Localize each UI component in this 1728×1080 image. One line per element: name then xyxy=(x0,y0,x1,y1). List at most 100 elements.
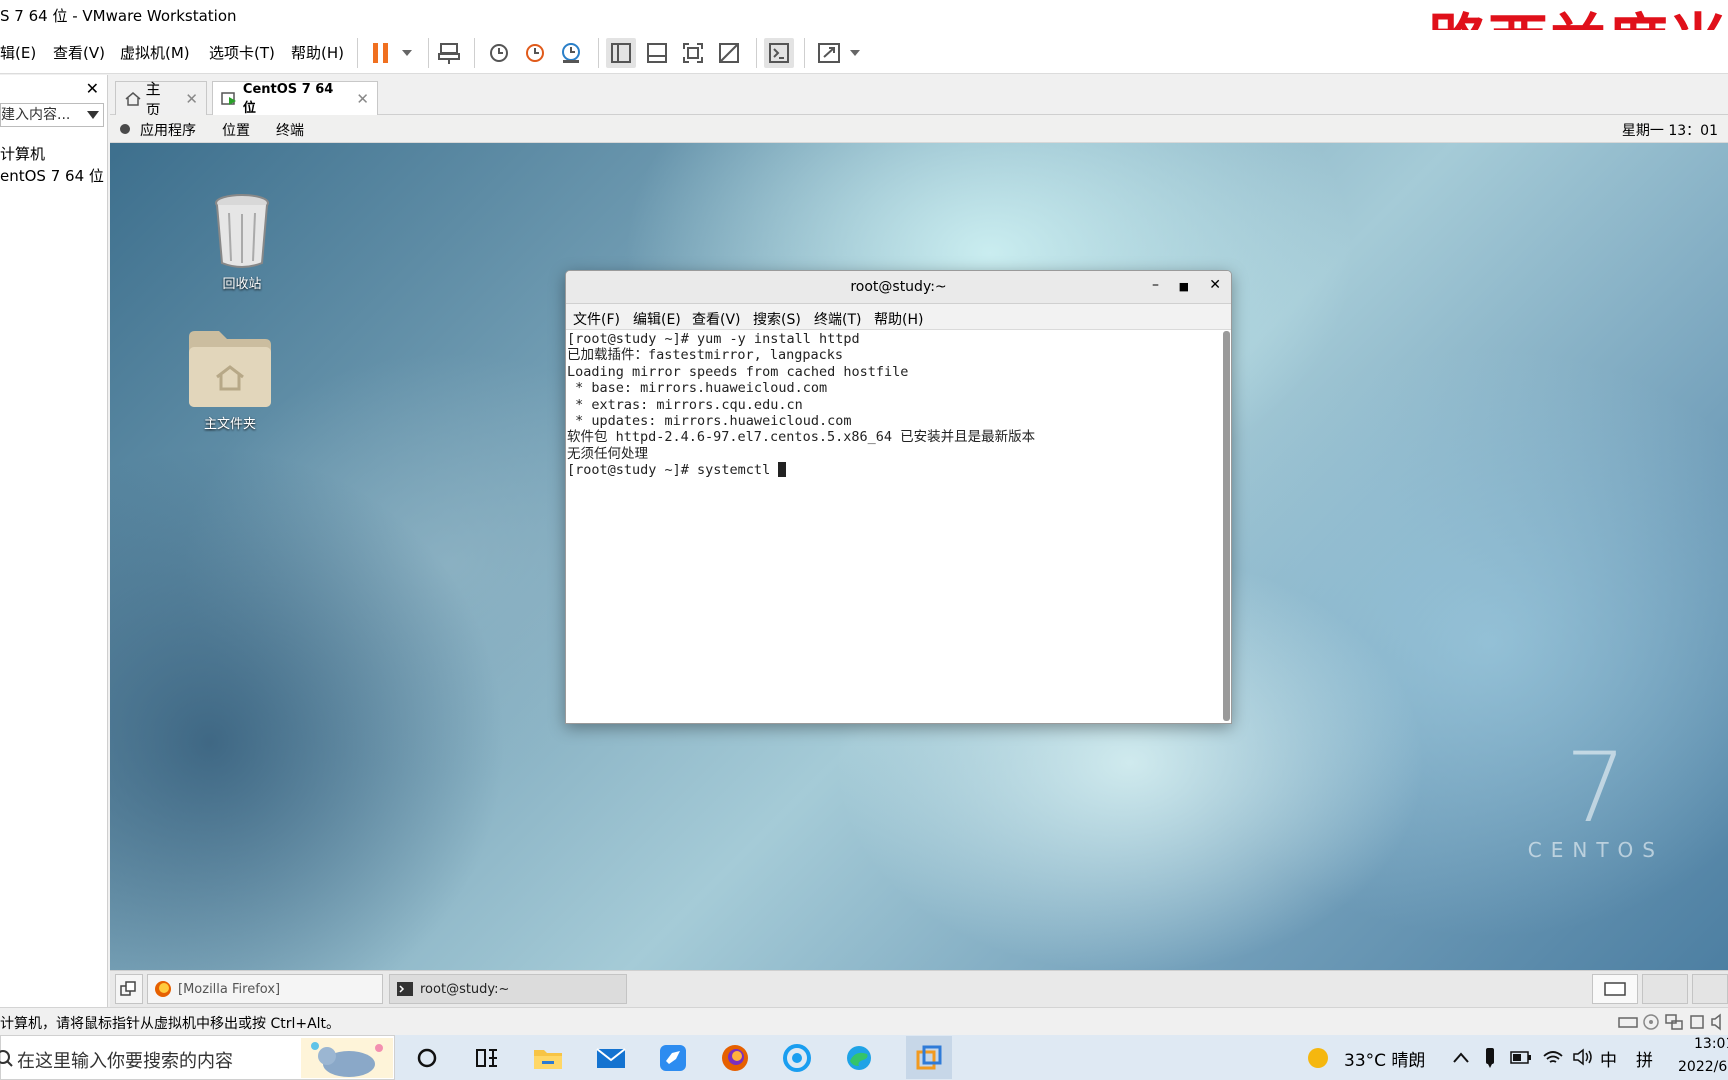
terminal-line: * base: mirrors.huaweicloud.com xyxy=(567,380,828,397)
taskbar-feishu[interactable] xyxy=(658,1043,688,1073)
firefox-icon xyxy=(722,1045,748,1071)
toolbar-separator xyxy=(474,38,475,68)
gnome-applications-menu[interactable]: 应用程序 xyxy=(140,120,196,140)
menu-vm[interactable]: 虚拟机(M) xyxy=(120,42,190,63)
centos-logo-word: CENTOS xyxy=(1527,838,1664,862)
library-panel: ✕ 建入内容... 计算机 entOS 7 64 位 xyxy=(0,75,108,1007)
gnome-terminal-menu[interactable]: 终端 xyxy=(276,120,304,140)
windows-search-box[interactable]: 在这里输入你要搜索的内容 xyxy=(0,1035,395,1080)
tree-item-my-computer[interactable]: 计算机 xyxy=(0,143,45,164)
taskbar-firefox[interactable] xyxy=(720,1043,750,1073)
menu-edit[interactable]: 辑(E) xyxy=(0,42,36,63)
chevron-down-icon[interactable] xyxy=(87,111,99,119)
menu-tabs[interactable]: 选项卡(T) xyxy=(209,42,275,63)
task-view-button[interactable] xyxy=(472,1043,502,1073)
workspace-2[interactable] xyxy=(1642,974,1688,1004)
tree-item-centos[interactable]: entOS 7 64 位 xyxy=(0,165,104,186)
taskbar-vmware[interactable] xyxy=(906,1036,952,1079)
tab-centos-label: CentOS 7 64 位 xyxy=(242,82,334,116)
show-desktop-button[interactable] xyxy=(115,974,143,1004)
weather-sun-icon[interactable] xyxy=(1306,1046,1330,1070)
menu-view[interactable]: 查看(V) xyxy=(53,42,105,63)
search-icon xyxy=(0,1050,13,1067)
full-screen-button[interactable] xyxy=(678,38,708,68)
windows-search-placeholder: 在这里输入你要搜索的内容 xyxy=(17,1051,233,1072)
pen-icon[interactable] xyxy=(1482,1047,1498,1069)
taskbar-mail[interactable] xyxy=(596,1043,626,1073)
weather-text[interactable]: 33°C 晴朗 xyxy=(1344,1046,1425,1071)
battery-icon[interactable] xyxy=(1510,1050,1532,1066)
gnome-window-list: [Mozilla Firefox] root@study:~ xyxy=(110,970,1728,1007)
close-icon[interactable]: ✕ xyxy=(86,79,99,98)
desktop-home-folder[interactable]: 主文件夹 xyxy=(180,329,280,432)
terminal-menu-view[interactable]: 查看(V) xyxy=(692,309,741,329)
window-list-firefox-label: [Mozilla Firefox] xyxy=(178,981,281,997)
terminal-menu-edit[interactable]: 编辑(E) xyxy=(633,309,681,329)
window-title: S 7 64 位 - VMware Workstation xyxy=(0,7,237,25)
terminal-prompt-line[interactable]: [root@study ~]# systemctl xyxy=(567,462,1220,478)
terminal-line: * updates: mirrors.huaweicloud.com xyxy=(567,413,852,430)
workspace-1[interactable] xyxy=(1592,974,1638,1004)
volume-icon[interactable] xyxy=(1572,1048,1594,1066)
terminal-menu-help[interactable]: 帮助(H) xyxy=(874,309,923,329)
thumbnail-bar-button[interactable] xyxy=(642,38,672,68)
stretch-dropdown-button[interactable] xyxy=(840,38,870,68)
taskbar-clock-time[interactable]: 13:01 xyxy=(1694,1036,1728,1052)
close-icon[interactable]: ✕ xyxy=(1209,277,1221,293)
pause-dropdown-button[interactable] xyxy=(392,38,422,68)
terminal-output[interactable]: [root@study ~]# yum -y install httpd 已加载插… xyxy=(566,330,1221,723)
cd-rom-icon[interactable] xyxy=(1642,1013,1660,1031)
revert-clock-icon xyxy=(526,44,544,62)
window-list-terminal[interactable]: root@study:~ xyxy=(389,974,627,1004)
library-search-input[interactable]: 建入内容... xyxy=(0,103,104,127)
snapshot-manager-button[interactable] xyxy=(556,38,586,68)
window-list-firefox[interactable]: [Mozilla Firefox] xyxy=(147,974,383,1004)
unity-button[interactable] xyxy=(714,38,744,68)
tab-home[interactable]: 主页 ✕ xyxy=(115,80,207,119)
revert-snapshot-button[interactable] xyxy=(520,38,550,68)
terminal-line: 已加载插件：fastestmirror, langpacks xyxy=(567,347,844,364)
terminal-menu-search[interactable]: 搜索(S) xyxy=(753,309,801,329)
hard-disk-icon[interactable] xyxy=(1618,1014,1638,1030)
gnome-places-menu[interactable]: 位置 xyxy=(222,120,250,140)
ime-mode-indicator[interactable]: 拼 xyxy=(1636,1046,1653,1071)
terminal-menu-file[interactable]: 文件(F) xyxy=(573,309,620,329)
unity-icon xyxy=(719,43,739,63)
vm-console[interactable]: 应用程序 位置 终端 星期一 13：01 回收站 主文件夹 7 CENTOS r… xyxy=(110,115,1728,970)
wifi-icon[interactable] xyxy=(1542,1048,1564,1066)
chevron-up-icon[interactable] xyxy=(1452,1051,1470,1065)
mail-icon xyxy=(596,1048,626,1068)
menu-help[interactable]: 帮助(H) xyxy=(291,42,344,63)
terminal-window[interactable]: root@study:~ – ■ ✕ 文件(F) 编辑(E) 查看(V) 搜索(… xyxy=(565,270,1232,724)
taskbar-browser[interactable] xyxy=(782,1043,812,1073)
sound-icon[interactable] xyxy=(1710,1013,1724,1031)
desktop-trash[interactable]: 回收站 xyxy=(192,193,292,292)
usb-icon[interactable] xyxy=(1688,1013,1706,1031)
workspace-3[interactable] xyxy=(1692,974,1728,1004)
terminal-titlebar[interactable]: root@study:~ – ■ ✕ xyxy=(566,271,1231,304)
cortana-button[interactable] xyxy=(412,1043,442,1073)
network-adapter-icon[interactable] xyxy=(1664,1013,1684,1031)
show-library-button[interactable] xyxy=(606,38,636,68)
close-icon[interactable]: ✕ xyxy=(356,90,369,108)
send-ctrl-alt-del-button[interactable] xyxy=(434,38,464,68)
minimize-icon[interactable]: – xyxy=(1152,277,1159,293)
terminal-scrollbar[interactable] xyxy=(1223,331,1230,721)
ime-language-indicator[interactable]: 中 xyxy=(1600,1046,1617,1071)
thumbnail-layout-icon xyxy=(647,43,667,63)
cortana-circle-icon xyxy=(417,1048,437,1068)
console-view-button[interactable] xyxy=(764,38,794,68)
tab-centos[interactable]: CentOS 7 64 位 ✕ xyxy=(212,81,378,116)
terminal-prompt: [root@study ~]# systemctl xyxy=(567,462,779,479)
terminal-menu-terminal[interactable]: 终端(T) xyxy=(814,309,861,329)
taskbar-file-explorer[interactable] xyxy=(533,1043,563,1073)
file-explorer-icon xyxy=(534,1050,562,1069)
taskbar-clock-date[interactable]: 2022/6 xyxy=(1678,1059,1727,1075)
taskbar-edge[interactable] xyxy=(844,1043,874,1073)
bird-app-icon xyxy=(660,1045,686,1071)
snapshot-button[interactable] xyxy=(484,38,514,68)
close-icon[interactable]: ✕ xyxy=(185,90,198,108)
gnome-clock[interactable]: 星期一 13：01 xyxy=(1622,120,1718,140)
maximize-icon[interactable]: ■ xyxy=(1179,280,1189,293)
library-search-placeholder: 建入内容... xyxy=(1,107,71,123)
